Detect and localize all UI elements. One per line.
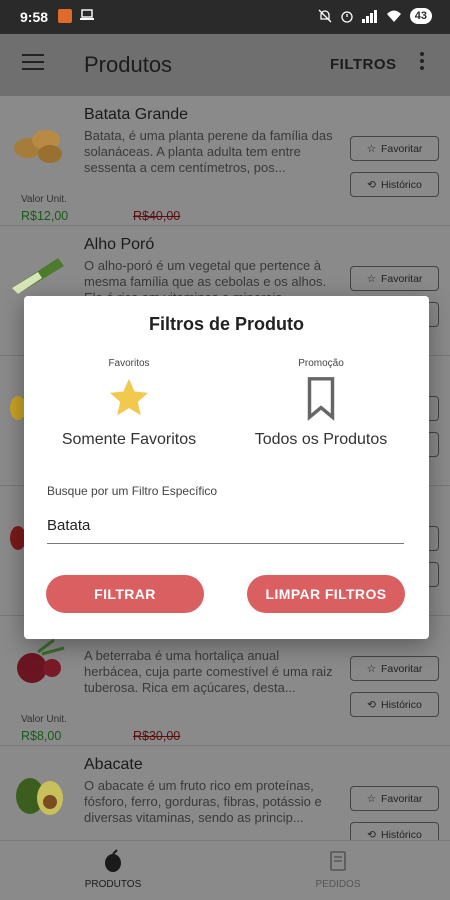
favorite-button[interactable]: ☆ Favoritar (350, 266, 439, 291)
favorites-caption: Favoritos (108, 358, 150, 369)
bottom-navigation: PRODUTOS PEDIDOS (0, 840, 450, 900)
favorite-button[interactable]: ☆ Favoritar (350, 786, 439, 811)
dialog-title: Filtros de Produto (149, 314, 304, 334)
bookmark-icon (307, 377, 335, 421)
product-description: A beterraba é uma hortaliça anual herbác… (84, 648, 333, 695)
filter-dialog: Filtros de Produto Favoritos Somente Fav… (24, 296, 429, 639)
product-old-price: R$30,00 (133, 729, 181, 743)
star-icon (109, 378, 149, 416)
history-button[interactable]: ⟲ Histórico (350, 692, 439, 717)
mute-icon (318, 9, 332, 23)
product-price: R$8,00 (21, 729, 62, 743)
app-notification-icon (58, 9, 72, 23)
list-item[interactable]: Abacate O abacate é um fruto rico em pro… (0, 746, 450, 840)
favorite-button[interactable]: ☆ Favoritar (350, 656, 439, 681)
search-label: Busque por um Filtro Específico (47, 484, 218, 498)
more-options-icon[interactable] (420, 52, 426, 73)
avocado-image (16, 778, 63, 815)
page-title: Produtos (84, 52, 173, 77)
product-description: Batata, é uma planta perene da família d… (84, 128, 333, 175)
unit-label: Valor Unit. (21, 714, 67, 725)
product-name: Alho Poró (84, 236, 155, 253)
history-icon: ⟲ (367, 828, 376, 841)
potato-image (14, 130, 62, 163)
favorite-button[interactable]: ☆ Favoritar (350, 136, 439, 161)
star-outline-icon: ☆ (366, 792, 376, 805)
history-button[interactable]: ⟲ Histórico (350, 172, 439, 197)
product-name: Abacate (84, 756, 143, 773)
star-outline-icon: ☆ (366, 662, 376, 675)
menu-icon[interactable] (22, 54, 44, 72)
orders-icon (330, 851, 346, 871)
star-outline-icon: ☆ (366, 272, 376, 285)
history-icon: ⟲ (367, 698, 376, 711)
laptop-icon (80, 9, 94, 20)
products-icon (105, 849, 121, 872)
favorites-option[interactable]: Favoritos Somente Favoritos (39, 358, 219, 449)
history-icon: ⟲ (367, 178, 376, 191)
promotion-option[interactable]: Promoção Todos os Produtos (231, 358, 411, 449)
nav-orders[interactable]: PEDIDOS (278, 849, 398, 890)
promotion-label: Todos os Produtos (254, 431, 388, 448)
promotion-caption: Promoção (298, 358, 344, 369)
history-button[interactable]: ⟲ Histórico (350, 822, 439, 840)
signal-icon (361, 10, 377, 23)
unit-label: Valor Unit. (21, 194, 67, 205)
product-old-price: R$40,00 (133, 209, 181, 223)
list-item[interactable]: Batata Grande Batata, é uma planta peren… (0, 96, 450, 226)
product-price: R$12,00 (21, 209, 69, 223)
search-input[interactable] (47, 508, 404, 544)
app-bar: Produtos FILTROS (0, 34, 450, 96)
battery-indicator: 43 (409, 8, 432, 24)
favorites-label: Somente Favoritos (61, 431, 197, 448)
nav-products[interactable]: PRODUTOS (53, 849, 173, 890)
product-description: O abacate é um fruto rico em proteínas, … (84, 778, 322, 825)
product-name: Batata Grande (84, 106, 189, 123)
alarm-icon (341, 11, 353, 23)
status-time: 9:58 (20, 9, 49, 25)
beet-image (17, 638, 65, 683)
wifi-icon (386, 10, 401, 22)
leek-image (12, 258, 64, 294)
status-bar: 9:58 43 (0, 0, 450, 34)
star-outline-icon: ☆ (366, 142, 376, 155)
filters-button[interactable]: FILTROS (330, 56, 397, 73)
filter-button[interactable]: FILTRAR (46, 575, 204, 613)
status-icons: 43 (318, 8, 432, 24)
clear-filters-button[interactable]: LIMPAR FILTROS (247, 575, 405, 613)
